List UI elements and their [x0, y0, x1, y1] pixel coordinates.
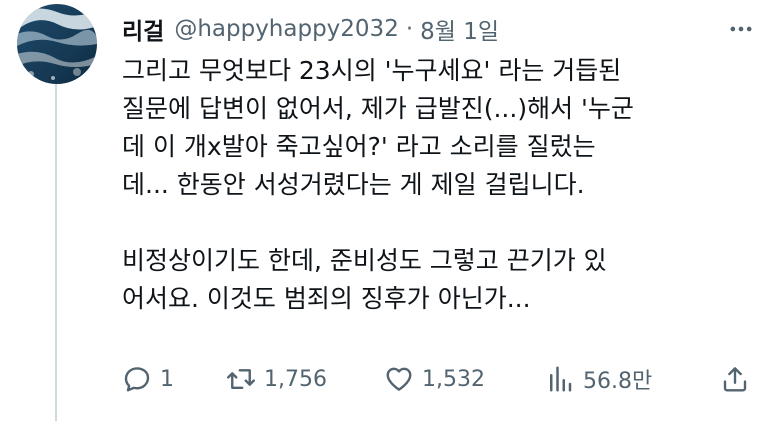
reply-count: 1	[160, 366, 174, 392]
retweet-icon	[227, 369, 255, 389]
avatar-image	[17, 4, 97, 84]
views-count: 56.8만	[583, 369, 653, 394]
avatar[interactable]	[17, 4, 97, 84]
reply-icon	[124, 367, 150, 392]
tweet-actions: 1 1,756 1,532 56.8만	[122, 362, 757, 396]
heart-icon	[386, 367, 412, 391]
more-options-button[interactable]	[725, 14, 757, 44]
tweet-text-line: 데 이 개x발아 죽고싶어?' 라고 소리를 질렀는	[122, 132, 596, 161]
share-icon	[723, 367, 747, 392]
like-button[interactable]: 1,532	[384, 362, 485, 396]
views-button[interactable]: 56.8만	[545, 362, 652, 396]
header-separator: ·	[405, 16, 414, 42]
tweet-text-line: 데... 한동안 서성거렸다는 게 제일 걸립니다.	[122, 170, 585, 199]
more-dots-icon	[730, 26, 752, 32]
tweet-text: 그리고 무엇보다 23시의 '누구세요' 라는 거듭된 질문에 답변이 없어서,…	[122, 52, 742, 318]
tweet-text-line: 질문에 답변이 없어서, 제가 급발진(...)해서 '누군	[122, 94, 634, 123]
reply-button[interactable]: 1	[122, 362, 174, 396]
retweet-count: 1,756	[264, 366, 327, 392]
share-button[interactable]	[720, 362, 750, 396]
author-handle[interactable]: @happyhappy2032	[174, 16, 399, 42]
tweet-date[interactable]: 8월 1일	[420, 12, 499, 46]
tweet-header: 리걸 @happyhappy2032 · 8월 1일	[122, 12, 499, 46]
tweet-text-line: 비정상이기도 한데, 준비성도 그렇고 끈기가 있	[122, 246, 607, 275]
tweet-paragraph: 비정상이기도 한데, 준비성도 그렇고 끈기가 있 어서요. 이것도 범죄의 징…	[122, 242, 742, 318]
tweet-text-line: 그리고 무엇보다 23시의 '누구세요' 라는 거듭된	[122, 56, 622, 85]
tweet-text-line: 어서요. 이것도 범죄의 징후가 아닌가...	[122, 284, 531, 313]
thread-line	[55, 66, 57, 421]
retweet-button[interactable]: 1,756	[226, 362, 327, 396]
tweet-paragraph: 그리고 무엇보다 23시의 '누구세요' 라는 거듭된 질문에 답변이 없어서,…	[122, 52, 742, 204]
author-display-name[interactable]: 리걸	[122, 12, 164, 46]
views-chart-icon	[550, 366, 572, 392]
like-count: 1,532	[422, 366, 485, 392]
